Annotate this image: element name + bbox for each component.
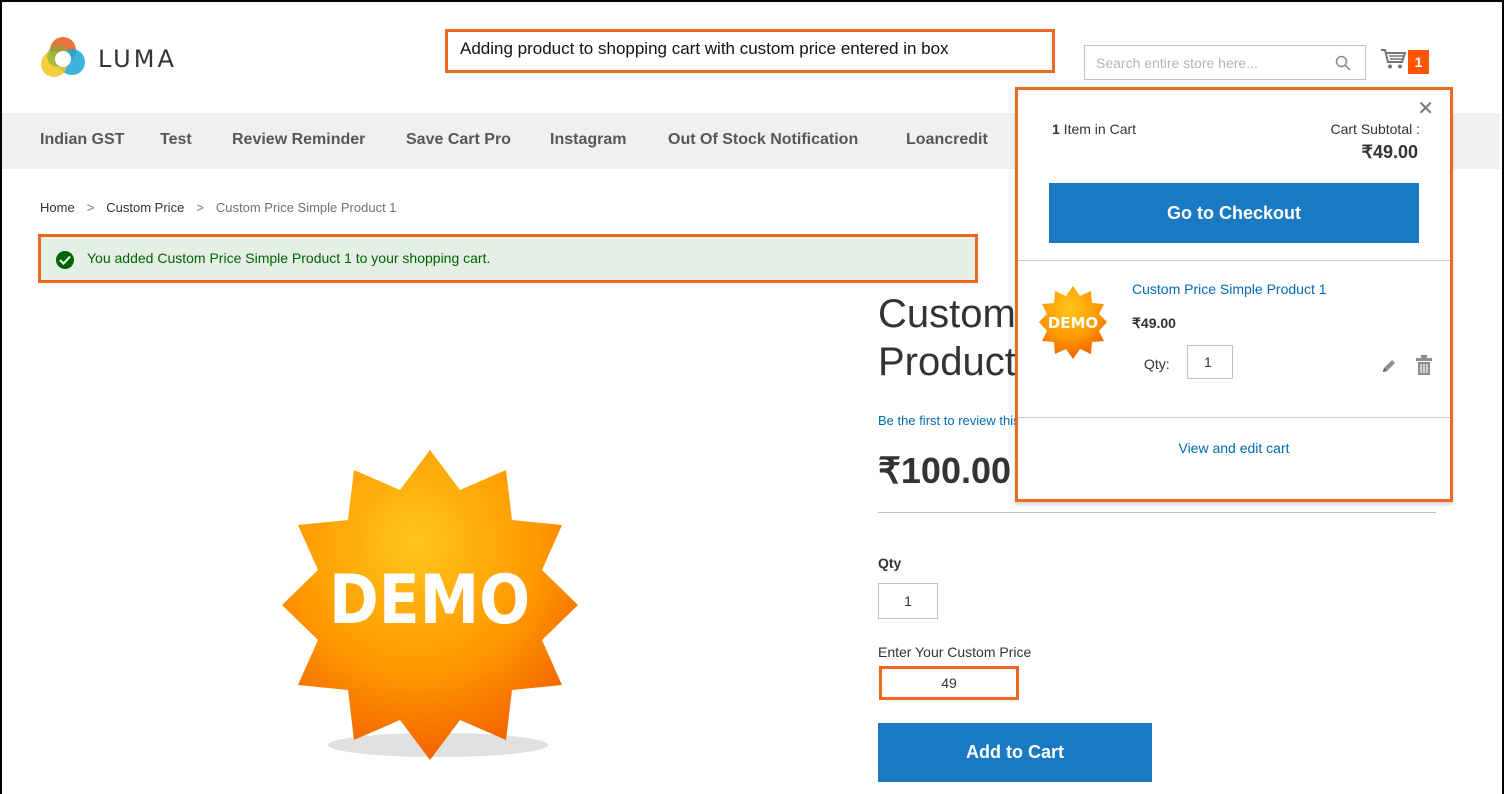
search-icon[interactable] — [1335, 55, 1351, 71]
nav-item-loancredit[interactable]: Loancredit — [906, 131, 988, 149]
nav-item-save-cart-pro[interactable]: Save Cart Pro — [406, 131, 511, 149]
product-title: Custom Price Simple Product 1 — [878, 290, 1018, 386]
nav-item-out-of-stock-notification[interactable]: Out Of Stock Notification — [668, 131, 858, 149]
nav-item-test[interactable]: Test — [160, 131, 192, 149]
minicart-thumb-text: DEMO — [1048, 314, 1098, 332]
view-and-edit-cart-link[interactable]: View and edit cart — [1018, 440, 1450, 456]
product-price: ₹100.00 — [878, 450, 1012, 491]
minicart-count-label: Item in Cart — [1059, 121, 1137, 137]
minicart-count-number: 1 — [1052, 121, 1060, 137]
review-link[interactable]: Be the first to review this product — [878, 413, 1018, 428]
search-box — [1084, 45, 1366, 80]
divider — [1018, 260, 1450, 261]
success-message: You added Custom Price Simple Product 1 … — [38, 234, 978, 283]
breadcrumb-separator: > — [86, 200, 95, 215]
product-title-line1: Custom Price Simple — [878, 292, 1018, 336]
success-message-text: You added Custom Price Simple Product 1 … — [87, 250, 491, 266]
nav-item-review-reminder[interactable]: Review Reminder — [232, 131, 365, 149]
minicart-item-qty-input[interactable] — [1187, 345, 1233, 379]
minicart-item-price: ₹49.00 — [1132, 315, 1176, 331]
minicart-subtotal-label: Cart Subtotal : — [1330, 121, 1421, 137]
annotation-callout: Adding product to shopping cart with cus… — [445, 29, 1055, 73]
product-image-text: DEMO — [329, 561, 530, 640]
breadcrumb-category[interactable]: Custom Price — [106, 200, 184, 215]
go-to-checkout-button[interactable]: Go to Checkout — [1049, 183, 1419, 243]
demo-badge-icon: DEMO — [282, 450, 578, 760]
custom-price-label: Enter Your Custom Price — [878, 644, 1032, 660]
add-to-cart-button[interactable]: Add to Cart — [878, 723, 1152, 782]
qty-label: Qty — [878, 555, 902, 571]
close-icon[interactable]: ✕ — [1417, 98, 1434, 118]
edit-pencil-icon[interactable] — [1381, 358, 1397, 374]
nav-item-instagram[interactable]: Instagram — [550, 131, 626, 149]
cart-count-badge[interactable]: 1 — [1408, 50, 1429, 74]
breadcrumb: Home > Custom Price > Custom Price Simple Pr… — [40, 200, 397, 215]
divider — [1018, 417, 1450, 418]
minicart-item-count: 1 Item in Cart — [1052, 121, 1136, 137]
logo-text: LUMA — [98, 45, 177, 73]
minicart-item-qty-label: Qty: — [1144, 356, 1170, 372]
demo-badge-icon: DEMO — [1039, 286, 1107, 359]
divider — [878, 512, 1436, 513]
success-check-icon — [56, 251, 74, 269]
custom-price-input[interactable] — [879, 666, 1019, 700]
luma-logo[interactable]: LUMA — [40, 36, 177, 82]
minicart-item-name[interactable]: Custom Price Simple Product 1 — [1132, 281, 1327, 297]
cart-icon[interactable] — [1380, 48, 1406, 70]
qty-input[interactable] — [878, 583, 938, 619]
product-title-line2: Product 1 — [878, 340, 1018, 384]
minicart-dropdown: ✕ 1 Item in Cart Cart Subtotal : ₹49.00 … — [1015, 87, 1453, 502]
minicart-subtotal-value: ₹49.00 — [1361, 142, 1419, 162]
breadcrumb-home[interactable]: Home — [40, 200, 75, 215]
product-image[interactable]: DEMO — [280, 445, 580, 765]
breadcrumb-separator: > — [196, 200, 204, 215]
breadcrumb-current: Custom Price Simple Product 1 — [215, 200, 397, 215]
trash-icon[interactable] — [1416, 355, 1432, 375]
nav-item-indian-gst[interactable]: Indian GST — [40, 131, 124, 149]
luma-logo-icon — [40, 36, 86, 82]
minicart-item-thumbnail[interactable]: DEMO — [1038, 285, 1108, 360]
search-input[interactable] — [1085, 46, 1325, 79]
